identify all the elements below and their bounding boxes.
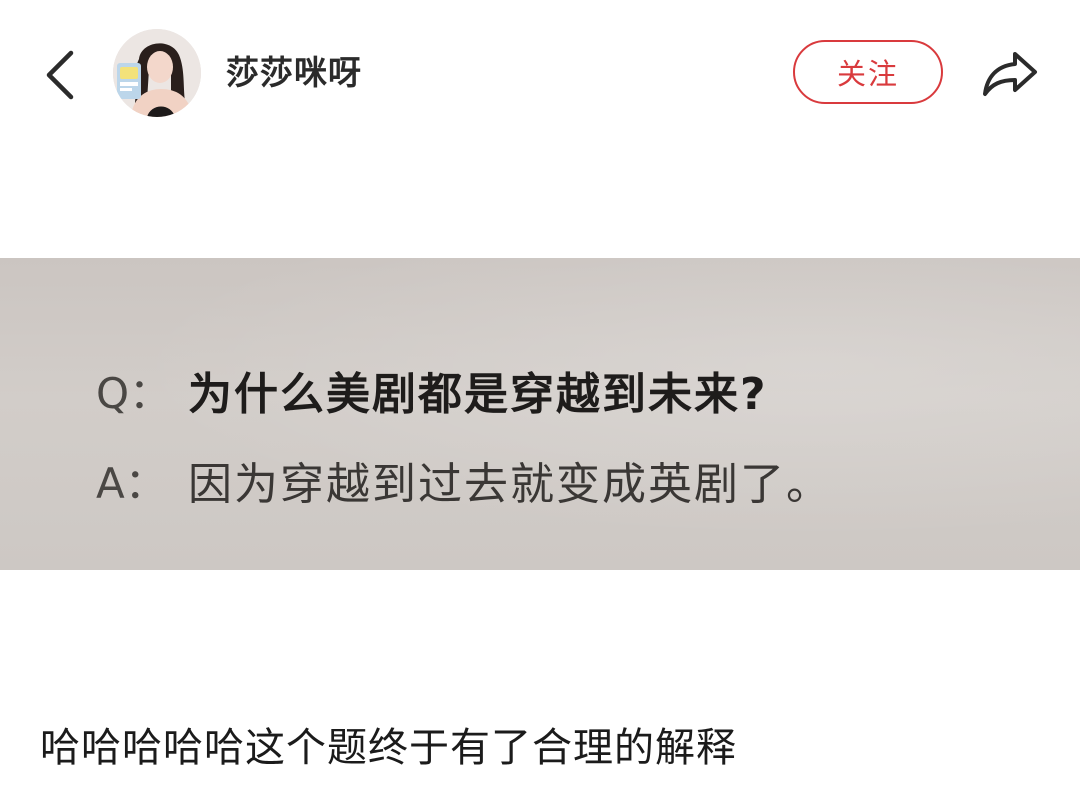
post-caption: 哈哈哈哈哈这个题终于有了合理的解释	[40, 725, 737, 771]
follow-button[interactable]: 关注	[793, 40, 943, 104]
author-avatar[interactable]	[113, 29, 201, 117]
answer-line: A： 因为穿越到过去就变成英剧了。	[96, 448, 832, 512]
avatar-image	[113, 29, 201, 117]
question-prefix: Q：	[96, 368, 172, 418]
post-header: 莎莎咪呀 关注	[0, 0, 1080, 150]
share-button[interactable]	[975, 42, 1045, 104]
answer-prefix: A：	[96, 458, 167, 508]
question-line: Q： 为什么美剧都是穿越到未来?	[96, 358, 768, 422]
author-name[interactable]: 莎莎咪呀	[226, 50, 362, 96]
answer-text: 因为穿越到过去就变成英剧了。	[188, 459, 832, 510]
share-arrow-icon	[983, 52, 1037, 96]
back-button[interactable]	[30, 40, 90, 110]
chevron-left-icon	[46, 50, 74, 100]
post-image[interactable]: Q： 为什么美剧都是穿越到未来? A： 因为穿越到过去就变成英剧了。	[0, 258, 1080, 570]
question-text: 为什么美剧都是穿越到未来?	[188, 369, 768, 420]
